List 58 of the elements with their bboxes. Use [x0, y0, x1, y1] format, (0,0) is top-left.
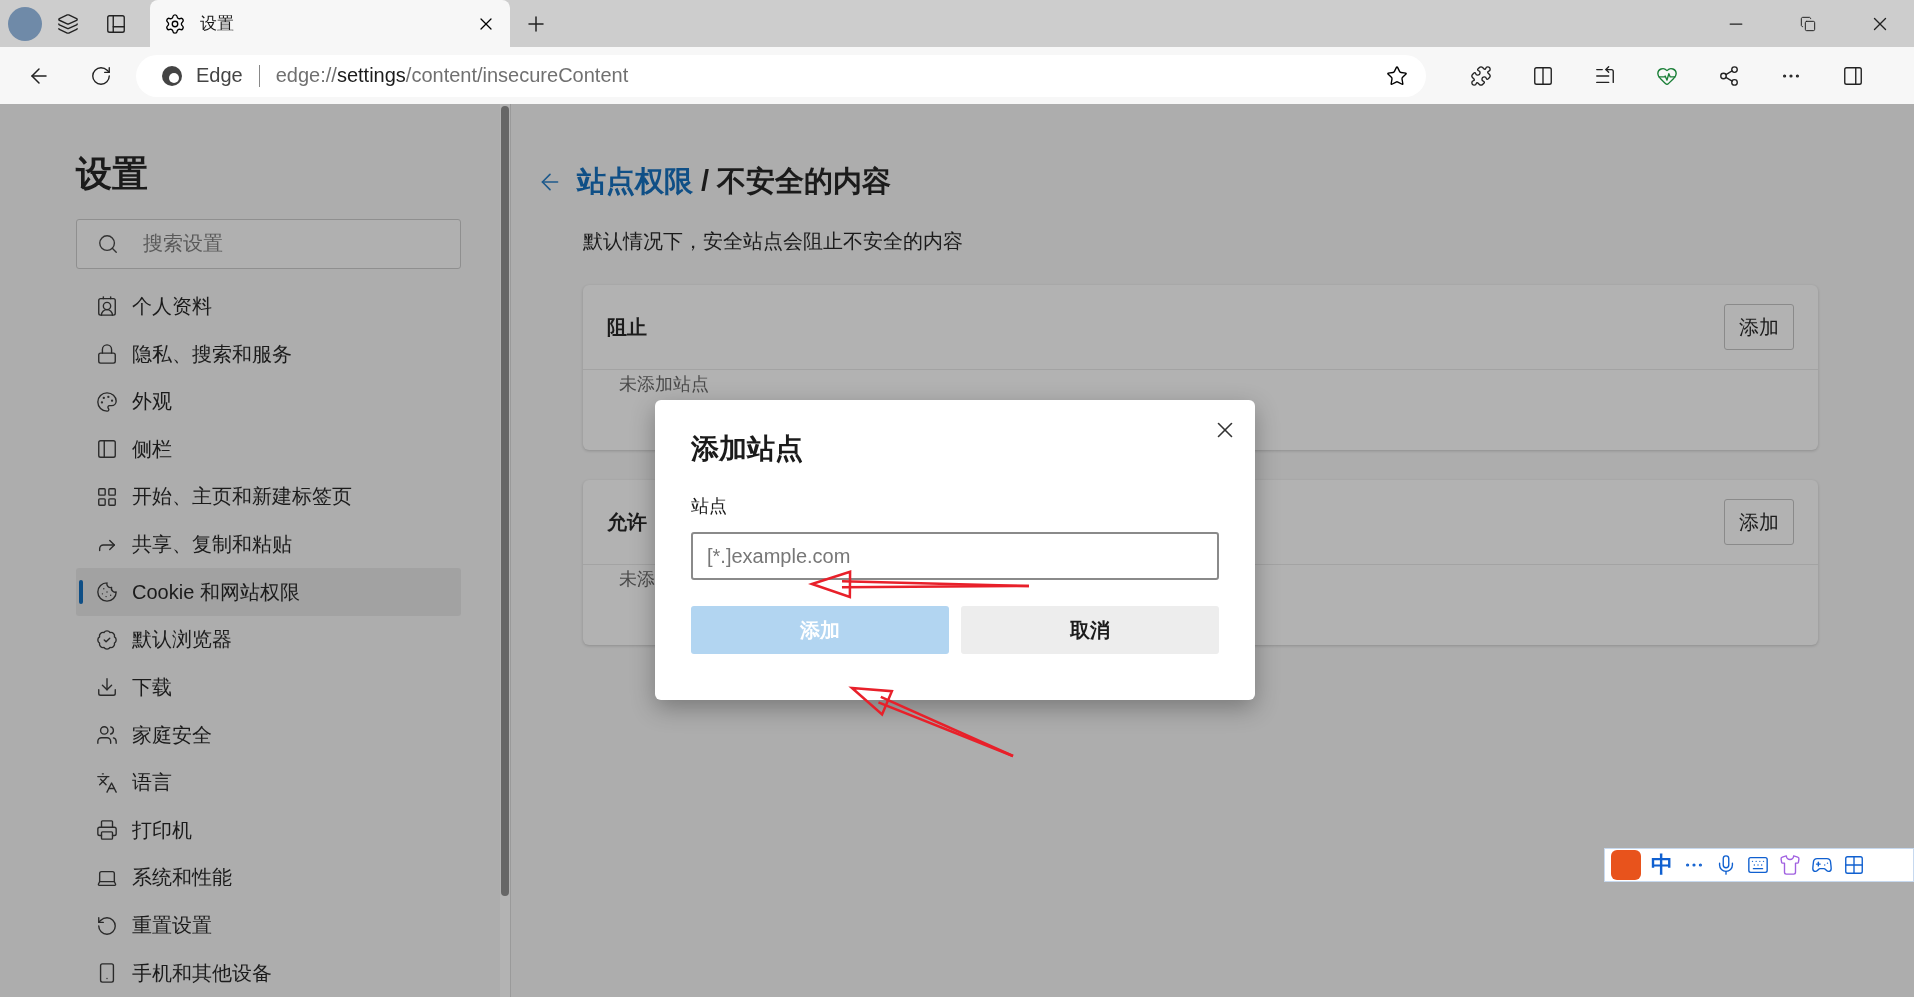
- sidebar-item-icon: [96, 485, 118, 508]
- sidebar-item[interactable]: 系统和性能: [76, 854, 461, 902]
- scrollbar-thumb[interactable]: [501, 106, 509, 896]
- sidebar-item-icon: [96, 581, 118, 604]
- sidebar-item[interactable]: 手机和其他设备: [76, 949, 461, 997]
- sidebar-item[interactable]: 语言: [76, 758, 461, 807]
- breadcrumb-link[interactable]: 站点权限: [577, 165, 693, 197]
- shirt-icon[interactable]: [1779, 854, 1801, 876]
- tab-title: 设置: [200, 13, 235, 35]
- sidebar-item[interactable]: 家庭安全: [76, 711, 461, 759]
- search-box[interactable]: 搜索设置: [76, 219, 461, 269]
- sidebar-item-icon: [96, 724, 118, 747]
- settings-title: 设置: [76, 152, 149, 196]
- sidebar-item-icon: [96, 343, 118, 366]
- address-bar[interactable]: Edge edge://settings/content/insecureContent: [136, 54, 1426, 97]
- input-mode-toggle[interactable]: 中: [1651, 850, 1673, 880]
- section-title: 允许: [607, 509, 647, 535]
- sidebar-item-icon: [96, 819, 118, 842]
- keyboard-icon[interactable]: [1747, 854, 1769, 876]
- sidebar-item[interactable]: 侧栏: [76, 425, 461, 474]
- section-title: 阻止: [607, 314, 647, 340]
- favorite-star-icon: [1386, 64, 1408, 87]
- sidebar-item-icon: [96, 438, 118, 461]
- page-heading: 站点权限 / 不安全的内容: [577, 164, 892, 199]
- sidebar-item-icon: [96, 390, 118, 413]
- dialog-title: 添加站点: [691, 432, 804, 466]
- sidebar-item-icon: [96, 676, 118, 699]
- empty-text: 未添加站点: [619, 374, 709, 396]
- settings-icon: [164, 12, 186, 35]
- sidebar-item-icon: [96, 771, 118, 794]
- field-label: 站点: [691, 495, 728, 518]
- cancel-button[interactable]: 取消: [961, 606, 1219, 654]
- sidebar-item-icon: [96, 628, 118, 651]
- sidebar-item[interactable]: 重置设置: [76, 901, 461, 950]
- sidebar-item[interactable]: 隐私、搜索和服务: [76, 330, 461, 378]
- search-field[interactable]: 搜索设置: [141, 220, 460, 268]
- browser-logo-icon: [160, 63, 184, 88]
- description-text: 默认情况下，安全站点会阻止不安全的内容: [583, 229, 964, 254]
- sidebar-item[interactable]: 打印机: [76, 806, 461, 855]
- sidebar-item[interactable]: 个人资料: [76, 282, 461, 331]
- sidebar-item[interactable]: Cookie 和网站权限: [76, 568, 461, 616]
- sidebar-item[interactable]: 外观: [76, 377, 461, 426]
- empty-text: 未添: [619, 569, 655, 591]
- add-button[interactable]: 添加: [1724, 499, 1794, 545]
- add-button[interactable]: 添加: [1724, 304, 1794, 350]
- sidebar-item[interactable]: 默认浏览器: [76, 616, 461, 664]
- search-icon: [97, 232, 119, 255]
- sidebar-item[interactable]: 开始、主页和新建标签页: [76, 473, 461, 521]
- site-label: Edge: [196, 64, 243, 87]
- apps-icon[interactable]: [1843, 854, 1865, 876]
- browser-tab[interactable]: 设置: [150, 0, 510, 47]
- site-input-field[interactable]: [*.]example.com: [691, 532, 1219, 580]
- sidebar-item[interactable]: 下载: [76, 663, 461, 712]
- sidebar-item-icon: [96, 914, 118, 937]
- sidebar-item[interactable]: 共享、复制和粘贴: [76, 520, 461, 569]
- ime-logo-icon[interactable]: [1611, 850, 1641, 880]
- sidebar-item-icon: [96, 295, 118, 318]
- url-text: edge://settings/content/insecureContent: [275, 64, 630, 87]
